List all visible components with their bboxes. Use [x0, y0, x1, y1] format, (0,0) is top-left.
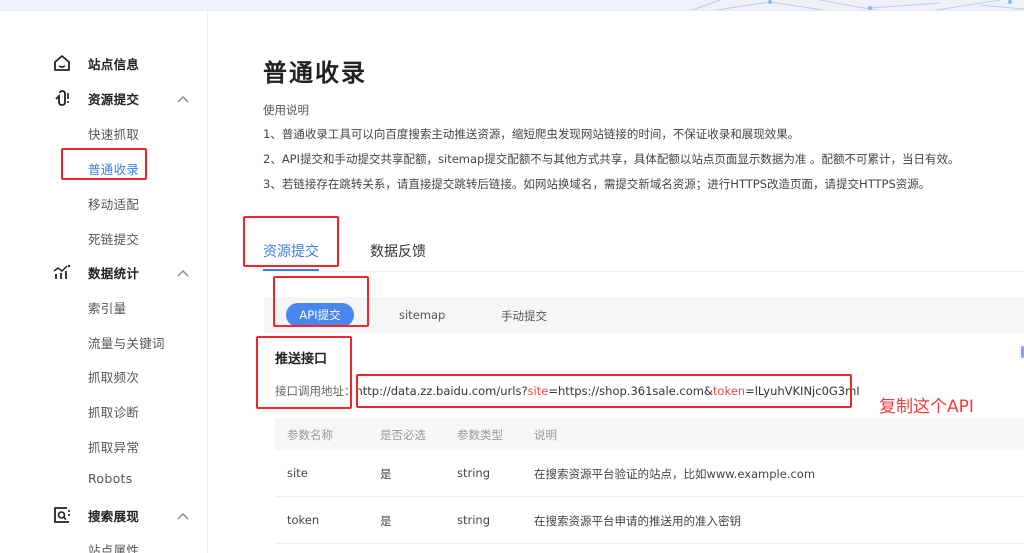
subtab-sitemap[interactable]: sitemap — [399, 308, 445, 322]
highlight-box-tab — [243, 216, 339, 267]
search-display-icon — [52, 505, 72, 525]
column-header: 参数名称 — [287, 428, 333, 442]
cell-param-name: token — [287, 513, 320, 527]
copy-api-annotation: 复制这个API — [879, 397, 974, 417]
sidebar-item-site-attributes[interactable]: 站点属性 — [88, 540, 139, 553]
usage-line: 2、API提交和手动提交共享配额，sitemap提交配额不与其他方式共享，具体配… — [263, 152, 960, 166]
chevron-up-icon[interactable] — [176, 508, 190, 522]
sidebar-item-crawl-diagnosis[interactable]: 抓取诊断 — [88, 402, 139, 421]
sidebar-item-traffic-keywords[interactable]: 流量与关键词 — [88, 333, 165, 352]
chevron-up-icon[interactable] — [176, 265, 190, 279]
column-header: 说明 — [534, 428, 557, 442]
sidebar-group-label: 数据统计 — [88, 266, 140, 281]
sidebar-item-mobile-adapt[interactable]: 移动适配 — [88, 194, 139, 213]
main-tabs: 资源提交 数据反馈 — [263, 229, 1024, 272]
cell-type: string — [457, 466, 491, 480]
usage-line: 1、普通收录工具可以向百度搜索主动推送资源，缩短爬虫发现网站链接的时间，不保证收… — [263, 127, 800, 141]
network-pattern-decoration — [691, 0, 1024, 10]
stats-chart-icon — [52, 262, 72, 282]
sidebar-item-crawl-errors[interactable]: 抓取异常 — [88, 437, 139, 456]
cell-description: 在搜索资源平台申请的推送用的准入密钥 — [534, 514, 741, 528]
cell-required: 是 — [380, 514, 392, 528]
sidebar-item-index-volume[interactable]: 索引量 — [88, 298, 126, 317]
chevron-up-icon[interactable] — [176, 91, 190, 105]
highlight-box-sidebar-item — [61, 148, 147, 180]
cell-param-name: site — [287, 466, 308, 480]
sidebar-group-label: 资源提交 — [88, 92, 140, 107]
sidebar-group-data-stats[interactable]: 数据统计 — [0, 260, 208, 284]
column-header: 是否必选 — [380, 428, 426, 442]
top-banner — [0, 0, 1024, 11]
submit-method-tabs: API提交 sitemap 手动提交 — [264, 297, 1024, 333]
column-header: 参数类型 — [457, 428, 503, 442]
sidebar-group-search-display[interactable]: 搜索展现 — [0, 503, 208, 527]
page-title: 普通收录 — [263, 59, 367, 87]
cell-description: 在搜索资源平台验证的站点，比如www.example.com — [534, 467, 816, 481]
sidebar-group-label: 站点信息 — [88, 57, 140, 72]
active-tab-indicator — [263, 269, 319, 271]
sidebar-item-crawl-frequency[interactable]: 抓取频次 — [88, 367, 139, 386]
sidebar-group-site-info[interactable]: 站点信息 — [0, 51, 208, 75]
sidebar-item-robots[interactable]: Robots — [88, 471, 133, 486]
table-row: site 是 string 在搜索资源平台验证的站点，比如www.example… — [275, 450, 1024, 497]
sidebar-item-quick-crawl[interactable]: 快速抓取 — [88, 124, 139, 143]
table-row: token 是 string 在搜索资源平台申请的推送用的准入密钥 — [275, 497, 1024, 544]
highlight-box-api-subtab — [273, 276, 369, 327]
sidebar-item-dead-link[interactable]: 死链提交 — [88, 229, 139, 248]
tab-data-feedback[interactable]: 数据反馈 — [370, 241, 426, 261]
sidebar-nav: 站点信息 资源提交 快速抓取 普通收录 移动适配 死链提交 数据统计 索引量 流… — [0, 11, 208, 553]
table-header: 参数名称 是否必选 参数类型 说明 — [275, 418, 1024, 450]
params-table: 参数名称 是否必选 参数类型 说明 site 是 string 在搜索资源平台验… — [275, 418, 1024, 544]
sidebar-group-label: 搜索展现 — [88, 509, 140, 524]
home-icon — [52, 53, 72, 73]
usage-line: 3、若链接存在跳转关系，请直接提交跳转后链接。如网站换域名，需提交新域名资源；进… — [263, 177, 931, 191]
highlight-box-api-url — [356, 374, 852, 408]
usage-heading: 使用说明 — [263, 103, 309, 117]
subtab-manual-submit[interactable]: 手动提交 — [501, 308, 547, 324]
highlight-box-push-api — [256, 336, 352, 409]
cell-required: 是 — [380, 467, 392, 481]
sidebar-group-resource-submit[interactable]: 资源提交 — [0, 86, 208, 110]
cell-type: string — [457, 513, 491, 527]
submit-hook-icon — [52, 88, 72, 108]
